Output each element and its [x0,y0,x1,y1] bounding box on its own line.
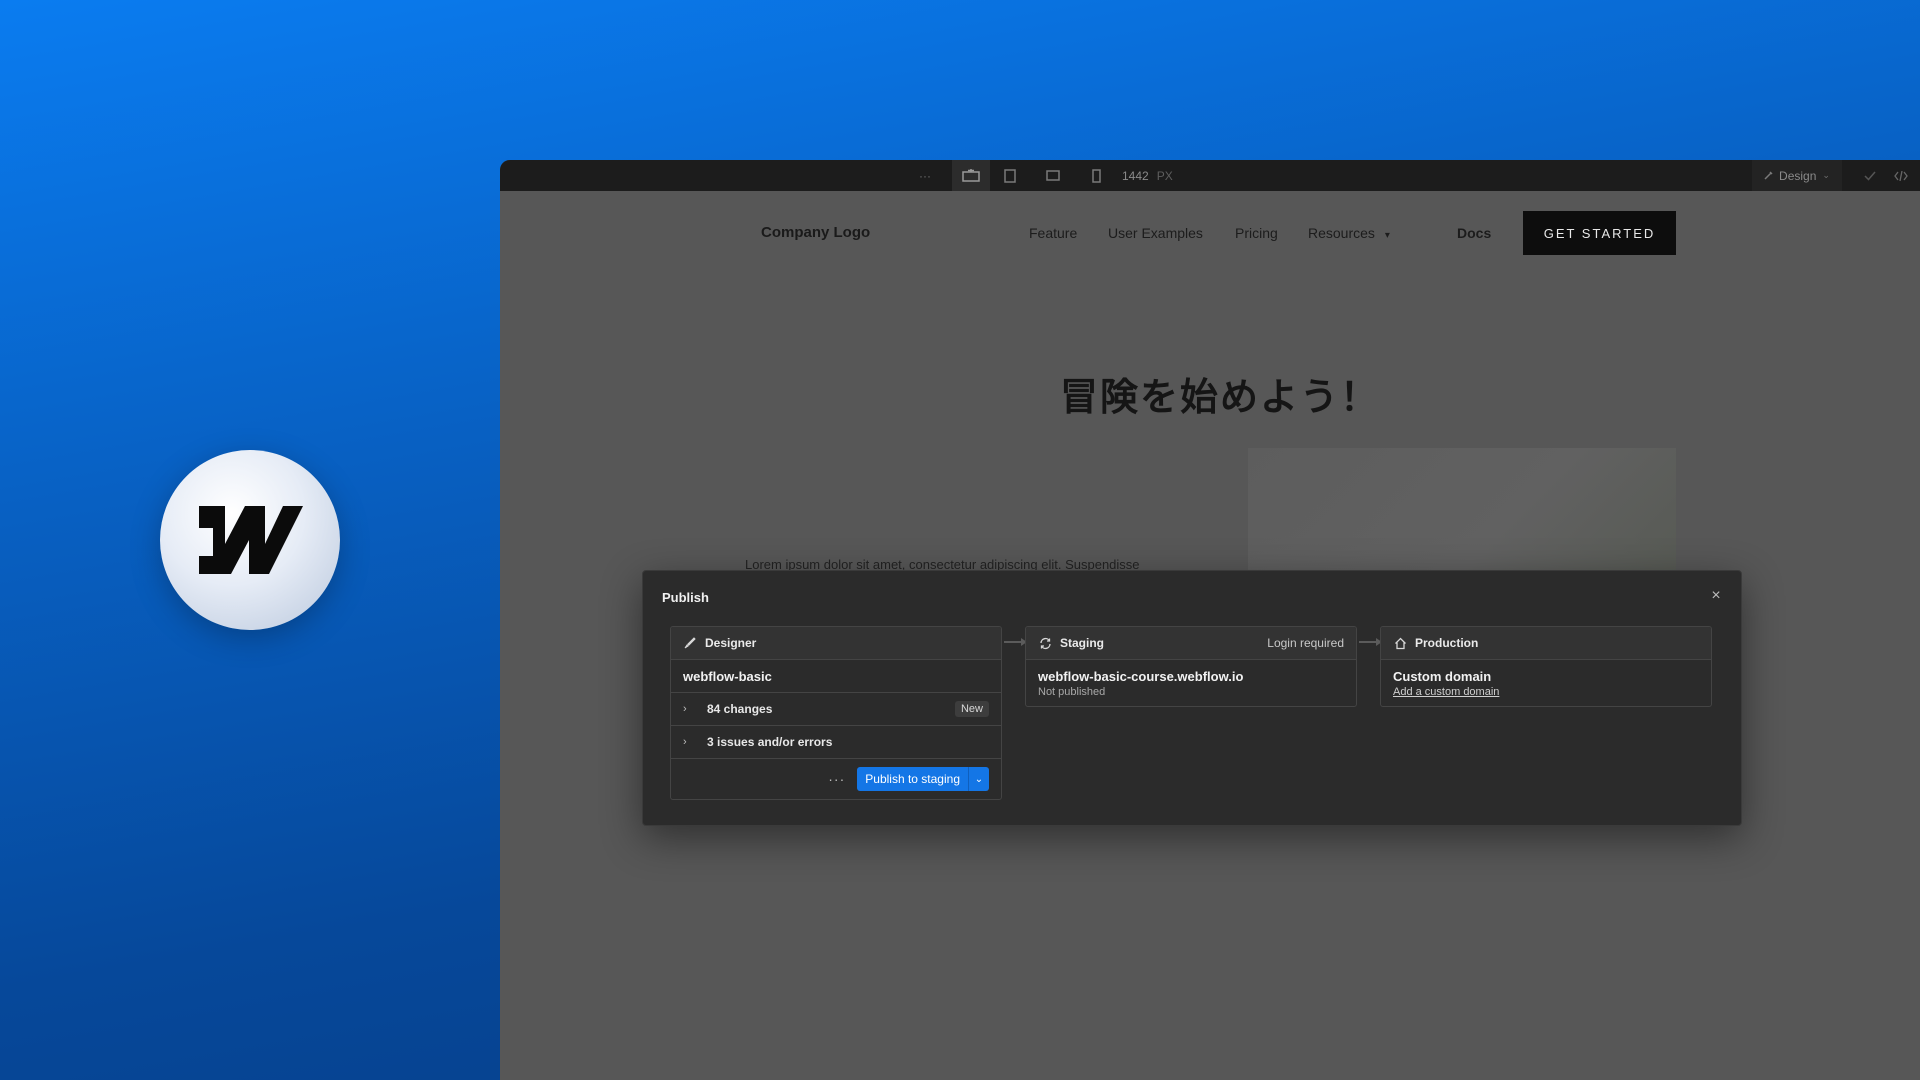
custom-domain-title: Custom domain [1393,668,1492,684]
nav-link-resources-label: Resources [1308,225,1375,241]
changes-count: 84 changes [707,702,773,716]
get-started-button[interactable]: GET STARTED [1523,211,1676,255]
staging-label: Staging [1060,636,1104,650]
designer-card-header: Designer [671,627,1001,660]
canvas-width-readout: 1442 PX [1122,160,1202,191]
publish-to-staging-button[interactable]: Publish to staging ⌄ [857,767,989,791]
changes-row[interactable]: › 84 changes New [671,693,1001,726]
production-domain-row: Custom domain Add a custom domain [1381,660,1711,706]
company-logo[interactable]: Company Logo [761,224,870,241]
issues-count: 3 issues and/or errors [707,735,833,749]
nav-link-docs[interactable]: Docs [1457,225,1491,241]
flow-arrow-icon [1004,638,1027,646]
staging-card-header: Staging Login required [1026,627,1356,660]
designer-card: Designer webflow-basic › 84 changes New … [670,626,1002,800]
chevron-down-icon: ▾ [1384,230,1390,241]
publish-modal: Publish × Designer webflow-basic › 84 ch… [642,570,1742,826]
chevron-right-icon: › [683,736,687,748]
mobile-landscape-icon[interactable] [1038,160,1068,191]
brush-icon [1764,169,1774,183]
desktop-breakpoint-icon[interactable] [952,160,990,191]
add-custom-domain-link[interactable]: Add a custom domain [1393,686,1499,698]
staging-state: Not published [1038,685,1106,698]
staging-card: Staging Login required webflow-basic-cou… [1025,626,1357,707]
chevron-right-icon: › [683,703,687,715]
designer-site-row: webflow-basic [671,660,1001,693]
brush-icon [683,636,697,650]
canvas-width-unit: PX [1156,168,1173,183]
chevron-down-icon: ⌄ [1822,170,1830,180]
nav-link-feature[interactable]: Feature [1029,225,1077,241]
login-required-status: Login required [1267,636,1344,650]
flow-arrow-icon [1359,638,1382,646]
webflow-logo [160,450,340,630]
chevron-down-icon[interactable]: ⌄ [968,767,989,791]
staging-domain-row: webflow-basic-course.webflow.io Not publ… [1026,660,1356,706]
more-icon[interactable]: ··· [910,160,940,191]
new-badge: New [954,701,989,717]
webflow-w-icon [199,506,303,574]
production-card-header: Production [1381,627,1711,660]
code-icon[interactable] [1888,160,1914,191]
designer-toolbar: ··· 1442 PX Design ⌄ [500,160,1920,192]
mode-switcher[interactable]: Design ⌄ [1752,160,1842,191]
mode-label: Design [1779,168,1817,183]
designer-label: Designer [705,636,757,650]
sync-icon [1038,636,1052,650]
home-icon [1393,636,1407,650]
issues-row[interactable]: › 3 issues and/or errors [671,726,1001,759]
hero-image [1248,448,1676,578]
canvas-width-value: 1442 [1122,168,1149,183]
nav-link-pricing[interactable]: Pricing [1235,225,1278,241]
close-icon[interactable]: × [1709,588,1723,604]
production-label: Production [1415,636,1479,650]
production-card: Production Custom domain Add a custom do… [1380,626,1712,707]
checkmark-icon[interactable] [1857,160,1883,191]
site-name: webflow-basic [683,668,772,684]
publish-modal-title: Publish [662,590,709,605]
nav-link-user-examples[interactable]: User Examples [1108,225,1203,241]
publish-to-staging-label: Publish to staging [865,772,960,786]
mobile-portrait-icon[interactable] [1081,160,1111,191]
nav-link-resources[interactable]: Resources ▾ [1308,225,1390,241]
publish-actions-row: ··· Publish to staging ⌄ [671,759,1001,799]
staging-domain[interactable]: webflow-basic-course.webflow.io [1038,669,1243,684]
tablet-breakpoint-icon[interactable] [995,160,1025,191]
hero-title: 冒険を始めよう！ [1060,375,1381,419]
more-options-icon[interactable]: ··· [828,771,845,787]
